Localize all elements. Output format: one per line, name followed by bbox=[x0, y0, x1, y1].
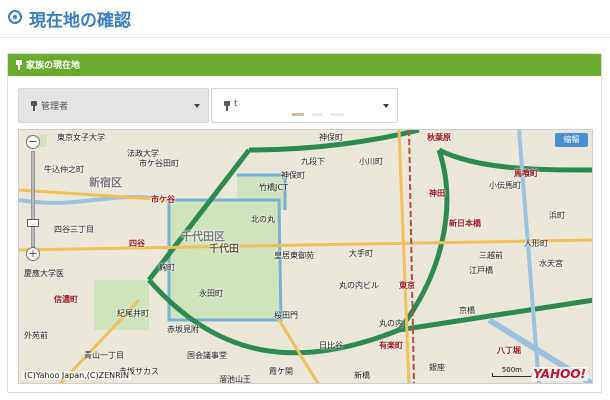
map-view[interactable]: 東京女子大学 法政大学 市ケ谷田町 牛込仲之町 新宿区 市ケ谷 四谷 四谷三丁目… bbox=[18, 129, 593, 384]
map-label: 日比谷 bbox=[319, 341, 343, 350]
map-label: 慶應大学医 bbox=[24, 269, 64, 278]
pin-icon bbox=[31, 101, 37, 111]
map-area-label: 新宿区 bbox=[89, 176, 122, 189]
zoom-in-button[interactable]: + bbox=[26, 247, 40, 261]
map-scale-bar bbox=[492, 373, 532, 377]
map-label: 紀尾井町 bbox=[117, 309, 149, 318]
map-label: 牛込仲之町 bbox=[44, 165, 84, 174]
map-station-label: 信濃町 bbox=[54, 295, 78, 304]
map-station-label: 新日本橋 bbox=[449, 219, 481, 228]
map-label: 九段下 bbox=[301, 157, 325, 166]
map-station-label: 東京 bbox=[399, 281, 415, 290]
redaction-mark bbox=[330, 113, 344, 116]
map-label: 麹町 bbox=[159, 263, 175, 272]
map-station-label: 四谷 bbox=[129, 239, 145, 248]
map-label: 桜田門 bbox=[274, 311, 298, 320]
map-label: 市ケ谷田町 bbox=[139, 159, 179, 168]
map-label: 銀座 bbox=[429, 363, 445, 372]
device-select[interactable]: t bbox=[211, 88, 398, 123]
panel-title: 家族の現在地 bbox=[26, 61, 81, 71]
map-label: 京橋 bbox=[459, 306, 475, 315]
panel-header: 家族の現在地 bbox=[8, 54, 601, 76]
zoom-out-button[interactable]: − bbox=[26, 135, 40, 149]
scale-toggle-button[interactable]: 縮幅 bbox=[555, 133, 588, 147]
pin-icon bbox=[16, 60, 22, 70]
map-label: 神保町 bbox=[281, 171, 305, 180]
zoom-slider-thumb[interactable] bbox=[27, 219, 39, 227]
redaction-mark bbox=[292, 113, 304, 116]
page-title: 現在地の確認 bbox=[29, 11, 131, 31]
map-label: 四谷三丁目 bbox=[54, 225, 94, 234]
map-label: 丸の内 bbox=[379, 319, 403, 328]
map-station-label: 馬喰町 bbox=[514, 169, 538, 178]
map-station-label: 秋葉原 bbox=[427, 133, 451, 142]
map-label: 水天宮 bbox=[539, 259, 563, 268]
pin-icon bbox=[224, 101, 230, 111]
map-station-label: 八丁堀 bbox=[497, 346, 521, 355]
map-label: 丸の内ビル bbox=[339, 281, 379, 290]
map-label: 小伝馬町 bbox=[489, 181, 521, 190]
caret-down-icon bbox=[383, 104, 389, 108]
map-label: 新橋 bbox=[354, 371, 370, 380]
zoom-slider-track[interactable] bbox=[31, 151, 35, 247]
yahoo-logo[interactable]: YAHOO! bbox=[531, 367, 588, 381]
header-divider bbox=[0, 37, 610, 38]
map-station-label: 神田 bbox=[429, 189, 445, 198]
map-label: 江戸橋 bbox=[469, 266, 493, 275]
map-label: 溜池山王 bbox=[219, 375, 251, 384]
family-location-panel: 家族の現在地 管理者 t 東京女子大学 法政大学 市ケ谷田町 牛込仲之町 新宿区… bbox=[7, 53, 602, 393]
zoom-control: − + bbox=[26, 135, 40, 261]
member-select[interactable]: 管理者 bbox=[18, 88, 209, 123]
target-icon bbox=[8, 10, 22, 24]
map-copyright: (C)Yahoo Japan,(C)ZENRIN bbox=[22, 371, 132, 380]
map-label: 皇居東御苑 bbox=[274, 251, 314, 260]
map-station-label: 有楽町 bbox=[379, 341, 403, 350]
map-label: 人形町 bbox=[524, 239, 548, 248]
map-label: 北の丸 bbox=[251, 215, 275, 224]
map-label: 国会議事堂 bbox=[187, 351, 227, 360]
map-label: 青山一丁目 bbox=[84, 351, 124, 360]
map-label: 外苑前 bbox=[24, 331, 48, 340]
page-header: 現在地の確認 bbox=[0, 0, 610, 38]
caret-down-icon bbox=[194, 104, 200, 108]
redaction-mark bbox=[312, 113, 322, 116]
map-label: 三越前 bbox=[479, 251, 503, 260]
map-label: 浜町 bbox=[549, 211, 565, 220]
map-label: 霞ケ関 bbox=[269, 367, 293, 376]
map-label: 赤坂見附 bbox=[167, 325, 199, 334]
map-station-label: 市ケ谷 bbox=[151, 195, 175, 204]
map-label: 永田町 bbox=[199, 289, 223, 298]
map-label: 竹橋JCT bbox=[259, 183, 288, 192]
map-label: 大手町 bbox=[349, 249, 373, 258]
map-label: 東京女子大学 bbox=[57, 133, 105, 142]
map-label: 小川町 bbox=[359, 157, 383, 166]
map-label: 神保町 bbox=[319, 133, 343, 142]
member-select-value: 管理者 bbox=[41, 102, 69, 112]
map-label: 千代田 bbox=[209, 244, 239, 255]
device-select-value: t bbox=[234, 99, 238, 109]
